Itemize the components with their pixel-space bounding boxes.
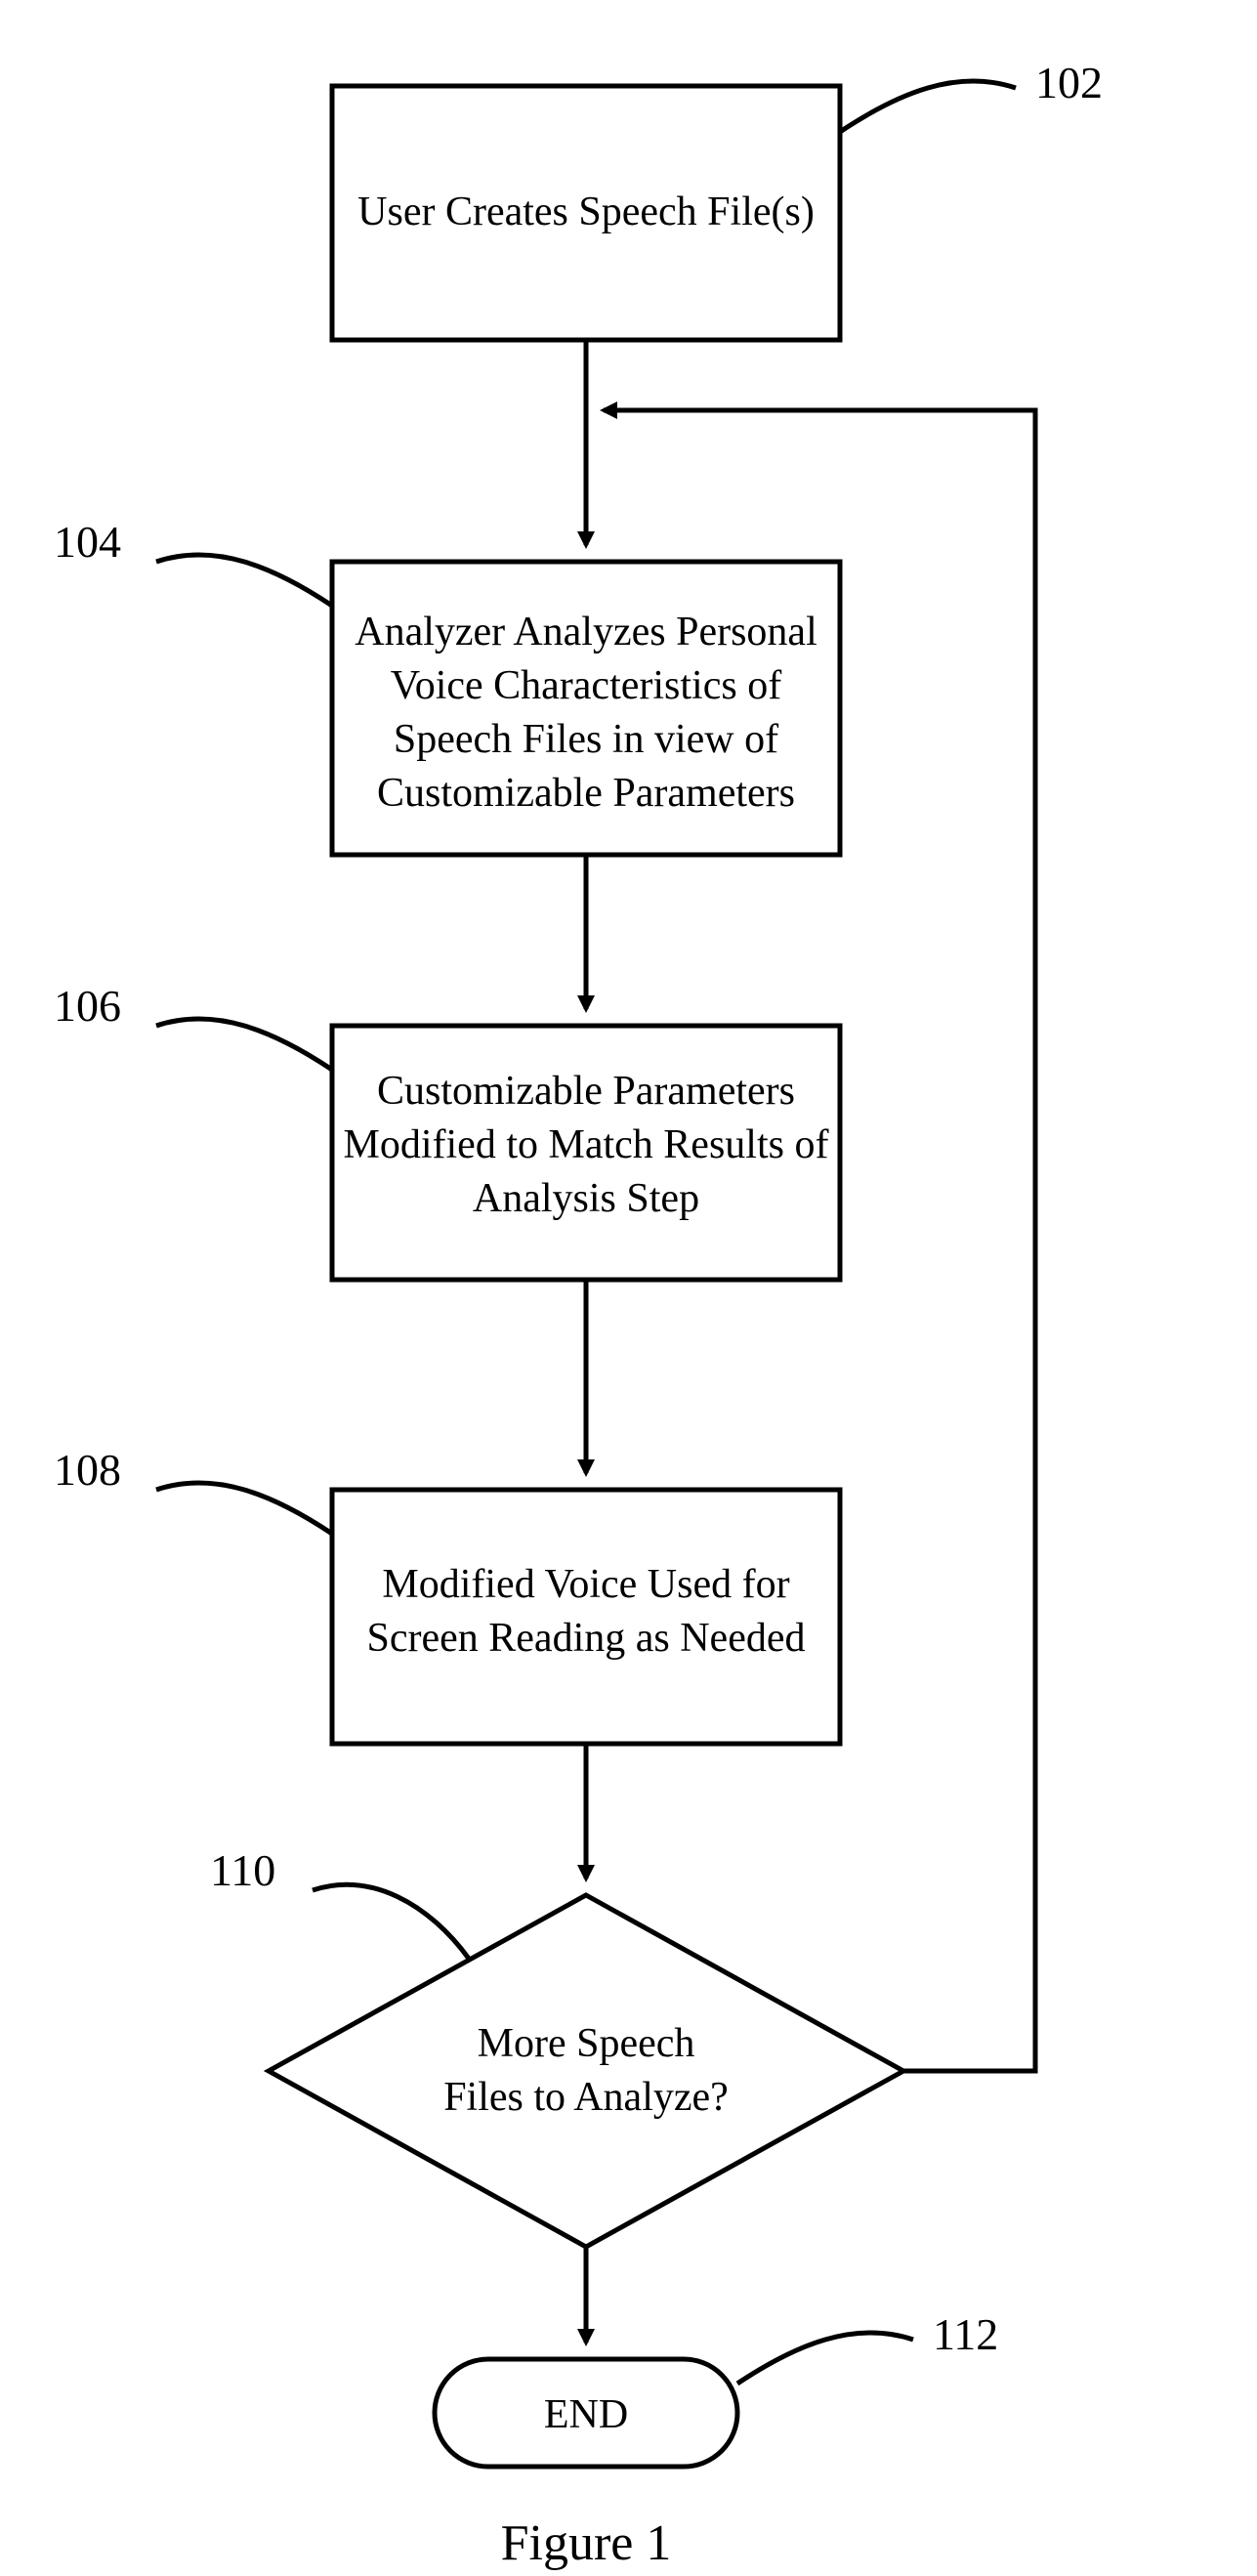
label-112-text: 112: [933, 2309, 998, 2359]
terminator-end-112: END: [435, 2359, 737, 2467]
process-box-102-text: User Creates Speech File(s): [357, 190, 815, 234]
process-box-102: User Creates Speech File(s): [332, 86, 840, 340]
label-112: 112: [737, 2309, 998, 2384]
label-106: 106: [54, 981, 332, 1070]
label-104-text: 104: [54, 517, 121, 567]
label-104: 104: [54, 517, 332, 606]
label-102-text: 102: [1035, 58, 1103, 107]
process-box-108-text-l2: Screen Reading as Needed: [367, 1616, 806, 1661]
flowchart-svg: User Creates Speech File(s) 102 Analyzer…: [0, 0, 1257, 2576]
process-box-104-text-l2: Voice Characteristics of: [391, 663, 781, 708]
label-110-text: 110: [210, 1845, 275, 1895]
process-box-106-text-l2: Modified to Match Results of: [344, 1122, 829, 1167]
decision-diamond-110: More Speech Files to Analyze?: [269, 1895, 903, 2247]
process-box-104: Analyzer Analyzes Personal Voice Charact…: [332, 562, 840, 855]
process-box-106-text-l1: Customizable Parameters: [377, 1069, 795, 1114]
process-box-104-text-l4: Customizable Parameters: [377, 771, 795, 816]
process-box-104-text-l3: Speech Files in view of: [394, 717, 778, 762]
process-box-104-text-l1: Analyzer Analyzes Personal: [355, 610, 817, 655]
label-108: 108: [54, 1445, 332, 1534]
decision-110-text-l1: More Speech: [478, 2021, 695, 2066]
process-box-106: Customizable Parameters Modified to Matc…: [332, 1026, 840, 1280]
label-106-text: 106: [54, 981, 121, 1031]
decision-110-text-l2: Files to Analyze?: [443, 2075, 729, 2120]
process-box-108: Modified Voice Used for Screen Reading a…: [332, 1490, 840, 1744]
label-102: 102: [840, 58, 1103, 132]
label-108-text: 108: [54, 1445, 121, 1495]
terminator-end-text: END: [544, 2392, 628, 2437]
label-110: 110: [210, 1845, 469, 1959]
figure-caption: Figure 1: [501, 2515, 672, 2571]
process-box-108-text-l1: Modified Voice Used for: [382, 1562, 789, 1607]
process-box-106-text-l3: Analysis Step: [473, 1176, 699, 1221]
